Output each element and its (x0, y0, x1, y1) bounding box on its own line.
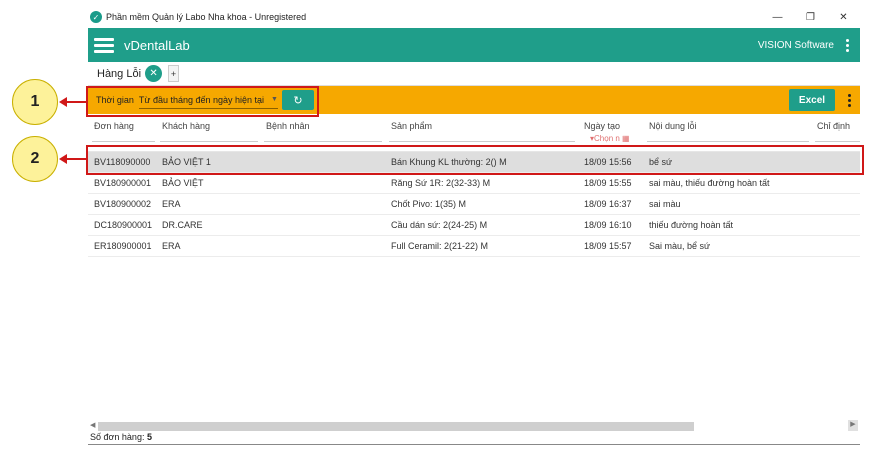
cell-product: Full Ceramil: 2(21-22) M (391, 241, 489, 251)
app-name: vDentalLab (124, 37, 190, 53)
order-count-label: Số đơn hàng: (90, 432, 145, 442)
table-row[interactable]: BV180900001 BẢO VIỆT Răng Sứ 1R: 2(32-33… (88, 173, 860, 194)
table-row[interactable]: DC180900001 DR.CARE Cầu dán sứ: 2(24-25)… (88, 215, 860, 236)
filter-note[interactable] (815, 141, 860, 142)
filter-product[interactable] (389, 141, 575, 142)
callout-2-arrow (66, 158, 86, 160)
app-window: ✓ Phần mềm Quản lý Labo Nha khoa - Unreg… (88, 6, 860, 457)
col-head-error[interactable]: Nội dung lỗi (649, 121, 697, 131)
app-bar: vDentalLab VISION Software (88, 28, 860, 62)
col-head-created[interactable]: Ngày tạo (584, 121, 620, 131)
col-head-order[interactable]: Đơn hàng (94, 121, 134, 131)
cell-product: Cầu dán sứ: 2(24-25) M (391, 220, 488, 230)
restore-button[interactable]: ❐ (794, 12, 827, 23)
order-count-value: 5 (146, 432, 152, 442)
callout-1-arrow (66, 101, 86, 103)
cell-customer: BẢO VIỆT (162, 178, 204, 188)
cell-customer: ERA (162, 241, 181, 251)
highlight-box-row (86, 145, 864, 175)
table-row[interactable]: BV180900002 ERA Chốt Pivo: 1(35) M 18/09… (88, 194, 860, 215)
minimize-button[interactable]: — (761, 12, 794, 23)
cell-created: 18/09 15:57 (584, 241, 632, 251)
more-vert-icon[interactable] (842, 38, 852, 53)
filter-patient[interactable] (264, 141, 382, 142)
callout-1-arrowhead (59, 97, 67, 107)
cell-error: Sai màu, bể sứ (649, 241, 711, 251)
filter-order[interactable] (92, 141, 155, 142)
filter-customer[interactable] (160, 141, 258, 142)
app-logo-icon: ✓ (90, 11, 102, 23)
col-head-product[interactable]: Sản phẩm (391, 121, 432, 131)
tab-hang-loi[interactable]: Hàng Lỗi ✕ (88, 62, 163, 86)
error-orders-table: Đơn hàng Khách hàng Bệnh nhân Sản phẩm N… (88, 114, 860, 257)
date-filter-input[interactable]: ▾Chọn n ▦ (590, 134, 630, 143)
cell-error: thiếu đường hoàn tất (649, 220, 733, 230)
cell-product: Răng Sứ 1R: 2(32-33) M (391, 178, 491, 188)
callout-1: 1 (12, 79, 58, 125)
close-tab-icon[interactable]: ✕ (145, 65, 163, 82)
status-bar: Số đơn hàng: 5 (88, 432, 860, 445)
callout-2-arrowhead (59, 154, 67, 164)
scrollbar-thumb[interactable] (98, 422, 694, 431)
highlight-box-filter (86, 86, 319, 117)
col-head-customer[interactable]: Khách hàng (162, 121, 210, 131)
col-head-patient[interactable]: Bệnh nhân (266, 121, 310, 131)
horizontal-scrollbar[interactable]: ◀ ▶ (88, 420, 860, 432)
scroll-right-icon[interactable]: ▶ (848, 420, 858, 431)
cell-error: sai màu, thiếu đường hoàn tất (649, 178, 770, 188)
cell-order: ER180900001 (94, 241, 152, 251)
tab-label: Hàng Lỗi (97, 67, 142, 80)
table-row[interactable]: ER180900001 ERA Full Ceramil: 2(21-22) M… (88, 236, 860, 257)
date-filter-placeholder: Chọn n (594, 134, 620, 143)
close-window-button[interactable]: ✕ (827, 12, 860, 23)
cell-customer: DR.CARE (162, 220, 203, 230)
cell-error: sai màu (649, 199, 681, 209)
add-tab-button[interactable]: + (168, 65, 180, 82)
cell-created: 18/09 15:55 (584, 178, 632, 188)
toolbar-more-icon[interactable] (844, 93, 854, 108)
callout-2: 2 (12, 136, 58, 182)
filter-error[interactable] (647, 141, 809, 142)
scroll-left-icon[interactable]: ◀ (90, 421, 95, 429)
cell-order: DC180900001 (94, 220, 153, 230)
menu-icon[interactable] (94, 35, 114, 56)
col-head-note[interactable]: Chỉ định (817, 121, 850, 131)
calendar-icon[interactable]: ▦ (622, 134, 630, 143)
cell-product: Chốt Pivo: 1(35) M (391, 199, 467, 209)
cell-created: 18/09 16:10 (584, 220, 632, 230)
window-title: Phần mềm Quản lý Labo Nha khoa - Unregis… (106, 12, 307, 22)
company-name: VISION Software (757, 39, 834, 51)
cell-customer: ERA (162, 199, 181, 209)
cell-created: 18/09 16:37 (584, 199, 632, 209)
tab-strip: Hàng Lỗi ✕ + (88, 62, 860, 86)
title-bar: ✓ Phần mềm Quản lý Labo Nha khoa - Unreg… (88, 6, 860, 28)
excel-export-button[interactable]: Excel (789, 89, 835, 111)
cell-order: BV180900001 (94, 178, 152, 188)
cell-order: BV180900002 (94, 199, 152, 209)
